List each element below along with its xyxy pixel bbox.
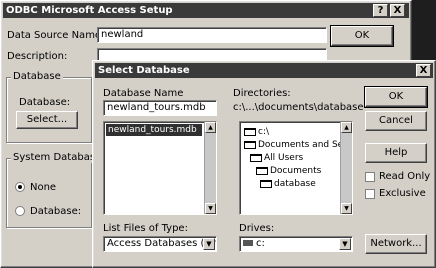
open-folder-icon [260,179,272,188]
system-database-group [6,158,92,228]
description-label: Description: [7,51,68,62]
directories-label: Directories: [233,88,291,99]
drives-label: Drives: [239,223,275,234]
exclusive-label: Exclusive [379,188,426,199]
setup-title: ODBC Microsoft Access Setup [6,5,173,16]
dialog-close-button[interactable]: X [416,64,431,77]
none-radio[interactable] [15,182,25,192]
help-title-button[interactable]: ? [373,4,388,17]
file-type-label: List Files of Type: [103,223,188,234]
scroll-down-icon[interactable]: ▼ [341,203,352,214]
database-radio[interactable] [15,206,25,216]
file-type-value: Access Databases (*.m [107,238,217,249]
dropdown-arrow-icon[interactable]: ▼ [203,238,215,250]
select-database-dialog: Select Database X Database Name newland_… [92,60,436,268]
dir-item-documents-and-settings[interactable]: Documents and Se [244,139,343,151]
none-radio-label: None [30,182,57,193]
setup-ok-button[interactable]: OK [330,25,394,47]
dialog-ok-button[interactable]: OK [364,86,428,108]
help-button[interactable]: Help [365,143,427,163]
drive-folder-icon [244,127,256,136]
close-title-button[interactable]: X [390,4,405,17]
dir-item-all-users[interactable]: All Users [250,152,303,164]
scroll-up-icon[interactable]: ▲ [205,122,216,133]
dir-item-root[interactable]: c:\ [244,126,269,138]
database-name-label: Database Name [103,88,184,99]
data-source-name-label: Data Source Name: [7,30,105,41]
file-list-item-selected[interactable]: newland_tours.mdb [106,124,202,136]
scroll-down-icon[interactable]: ▼ [205,203,216,214]
open-folder-icon [256,166,268,175]
drive-select[interactable]: c: ▼ [239,236,353,252]
dropdown-arrow-icon[interactable]: ▼ [339,238,351,250]
current-directory-path: c:\...\documents\database [233,102,364,113]
setup-title-bar[interactable]: ODBC Microsoft Access Setup ? X [3,3,409,18]
dir-item-documents[interactable]: Documents [256,165,321,177]
select-database-title-bar[interactable]: Select Database X [95,63,433,78]
open-folder-icon [244,140,256,149]
file-list-scrollbar[interactable]: ▲ ▼ [204,122,216,214]
exclusive-checkbox[interactable] [365,189,375,199]
file-type-select[interactable]: Access Databases (*.m ▼ [103,236,217,252]
directory-scrollbar[interactable]: ▲ ▼ [340,122,352,214]
read-only-checkbox[interactable] [365,172,375,182]
network-button[interactable]: Network... [365,234,427,254]
read-only-label: Read Only [379,171,431,182]
system-database-group-title: System Database [11,152,104,163]
database-group-title: Database [11,71,63,82]
drive-icon [243,240,253,246]
open-folder-icon [250,153,262,162]
dir-item-database[interactable]: database [260,178,316,190]
database-group [6,77,92,143]
cancel-button[interactable]: Cancel [365,111,427,131]
select-database-button[interactable]: Select... [16,111,78,129]
directory-tree[interactable]: c:\ Documents and Se All Users Documents… [239,121,353,215]
database-name-input[interactable]: newland_tours.mdb [103,100,217,116]
database-radio-label: Database: [30,206,82,217]
drive-value: c: [256,238,265,249]
scroll-up-icon[interactable]: ▲ [341,122,352,133]
file-list[interactable]: newland_tours.mdb ▲ ▼ [103,121,217,215]
data-source-name-input[interactable]: newland [97,27,327,43]
database-label: Database: [19,97,71,108]
select-database-title: Select Database [98,65,190,76]
